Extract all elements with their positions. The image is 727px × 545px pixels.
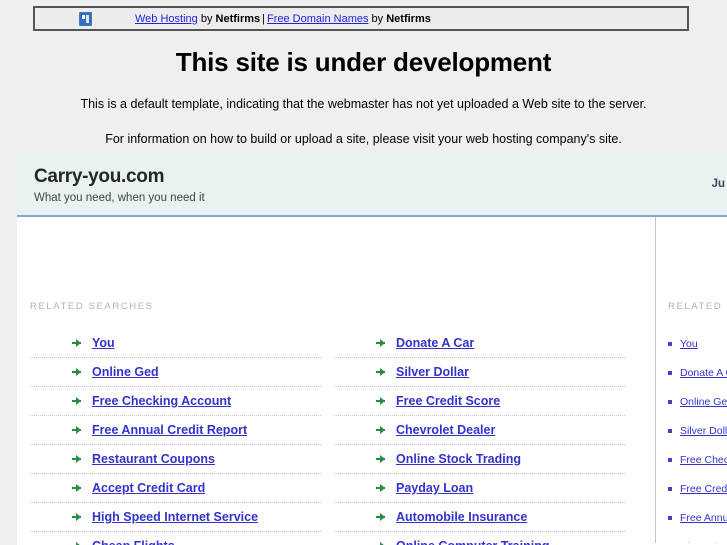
- related-search-link[interactable]: Donate A Car: [396, 336, 474, 350]
- free-domain-names-link[interactable]: Free Domain Names: [267, 13, 368, 25]
- template-paragraph-2: For information on how to build or uploa…: [105, 132, 622, 146]
- arrow-bullet-icon: [72, 483, 82, 493]
- related-search-row[interactable]: Automobile Insurance: [334, 503, 625, 532]
- related-search-row[interactable]: You: [30, 329, 321, 358]
- banner-by-1: by: [197, 12, 216, 25]
- netfirms-banner: Web Hosting by Netfirms | Free Domain Name…: [33, 6, 689, 31]
- side-related-search-row[interactable]: You: [656, 329, 727, 358]
- related-search-row[interactable]: Restaurant Coupons: [30, 445, 321, 474]
- arrow-bullet-icon: [72, 425, 82, 435]
- side-related-search-link[interactable]: Free Credit Score: [680, 483, 727, 495]
- related-search-row[interactable]: Online Stock Trading: [334, 445, 625, 474]
- related-search-row[interactable]: Online Computer Training: [334, 532, 625, 545]
- side-related-search-row[interactable]: Silver Dollar: [656, 416, 727, 445]
- arrow-bullet-icon: [72, 367, 82, 377]
- banner-text: Web Hosting by Netfirms | Free Domain Name…: [135, 13, 431, 25]
- related-search-row[interactable]: Free Credit Score: [334, 387, 625, 416]
- dot-bullet-icon: [668, 428, 672, 433]
- related-search-link[interactable]: Silver Dollar: [396, 365, 469, 379]
- arrow-bullet-icon: [376, 338, 386, 348]
- related-search-column: You Online Ged Free Checking Account Free A…: [30, 329, 321, 545]
- related-searches-side-column: RELATED SEARCHES You Donate A Car Online G…: [655, 217, 727, 543]
- banner-divider: |: [262, 12, 265, 25]
- related-search-row[interactable]: Donate A Car: [334, 329, 625, 358]
- arrow-bullet-icon: [72, 396, 82, 406]
- side-related-search-row[interactable]: Free Credit Score: [656, 474, 727, 503]
- related-search-link[interactable]: Online Computer Training: [396, 539, 549, 545]
- parked-domain-panel: Carry-you.com What you need, when you ne…: [0, 152, 727, 545]
- related-search-link[interactable]: Free Checking Account: [92, 394, 231, 408]
- related-search-link[interactable]: Free Annual Credit Report: [92, 423, 247, 437]
- related-searches-main-column: RELATED SEARCHES You Online Ged Free Check…: [17, 217, 655, 545]
- related-search-row[interactable]: Online Ged: [30, 358, 321, 387]
- arrow-bullet-icon: [376, 483, 386, 493]
- arrow-bullet-icon: [376, 425, 386, 435]
- arrow-bullet-icon: [376, 367, 386, 377]
- arrow-bullet-icon: [376, 454, 386, 464]
- side-related-search-row[interactable]: Free Checking Account: [656, 445, 727, 474]
- related-search-link[interactable]: Automobile Insurance: [396, 510, 527, 524]
- parked-panel-body: RELATED SEARCHES You Online Ged Free Check…: [17, 217, 727, 545]
- arrow-bullet-icon: [72, 338, 82, 348]
- dot-bullet-icon: [668, 457, 672, 462]
- related-search-row[interactable]: Free Annual Credit Report: [30, 416, 321, 445]
- related-search-link[interactable]: Online Stock Trading: [396, 452, 521, 466]
- side-related-searches-label: RELATED SEARCHES: [668, 301, 727, 312]
- side-related-search-link[interactable]: You: [680, 338, 698, 350]
- arrow-bullet-icon: [72, 512, 82, 522]
- related-search-link[interactable]: You: [92, 336, 115, 350]
- related-search-row[interactable]: Cheap Flights: [30, 532, 321, 545]
- side-related-search-row[interactable]: Online Ged: [656, 387, 727, 416]
- related-search-link[interactable]: Accept Credit Card: [92, 481, 205, 495]
- related-search-link[interactable]: Online Ged: [92, 365, 159, 379]
- related-search-link[interactable]: Free Credit Score: [396, 394, 500, 408]
- side-related-search-row[interactable]: Chevrolet Dealer: [656, 532, 727, 544]
- banner-brand-1: Netfirms: [215, 12, 261, 25]
- side-related-search-row[interactable]: Donate A Car: [656, 358, 727, 387]
- side-related-search-link[interactable]: Silver Dollar: [680, 425, 727, 437]
- banner-icon-container: [35, 11, 135, 26]
- related-search-row[interactable]: Free Checking Account: [30, 387, 321, 416]
- side-related-search-link[interactable]: Free Checking Account: [680, 454, 727, 466]
- related-search-row[interactable]: Silver Dollar: [334, 358, 625, 387]
- site-title: Carry-you.com: [34, 166, 165, 187]
- side-related-search-link[interactable]: Free Annual Credit Report: [680, 512, 727, 524]
- related-search-column: Donate A Car Silver Dollar Free Credit Sco…: [334, 329, 625, 545]
- side-related-links: You Donate A Car Online Ged Silver Dollar Fr…: [656, 329, 727, 543]
- related-search-link[interactable]: Cheap Flights: [92, 539, 175, 545]
- related-search-row[interactable]: Payday Loan: [334, 474, 625, 503]
- dot-bullet-icon: [668, 399, 672, 404]
- dot-bullet-icon: [668, 370, 672, 375]
- arrow-bullet-icon: [72, 541, 82, 545]
- related-search-row[interactable]: Chevrolet Dealer: [334, 416, 625, 445]
- web-hosting-link[interactable]: Web Hosting: [135, 13, 198, 25]
- dot-bullet-icon: [668, 341, 672, 346]
- related-search-link[interactable]: High Speed Internet Service: [92, 510, 258, 524]
- page-title: This site is under development: [175, 47, 552, 77]
- arrow-bullet-icon: [376, 512, 386, 522]
- broken-image-icon: [78, 11, 92, 26]
- related-search-link[interactable]: Payday Loan: [396, 481, 473, 495]
- header-date: Ju: [711, 178, 725, 190]
- related-search-link[interactable]: Restaurant Coupons: [92, 452, 215, 466]
- related-searches-label: RELATED SEARCHES: [30, 301, 154, 312]
- site-tagline: What you need, when you need it: [34, 192, 205, 204]
- arrow-bullet-icon: [376, 396, 386, 406]
- side-related-search-link[interactable]: Donate A Car: [680, 367, 727, 379]
- template-paragraph-1: This is a default template, indicating t…: [80, 97, 647, 111]
- dot-bullet-icon: [668, 486, 672, 491]
- parked-panel-header: Carry-you.com What you need, when you ne…: [17, 152, 727, 217]
- related-searches-columns: You Online Ged Free Checking Account Free A…: [17, 329, 655, 545]
- banner-by-2: by: [368, 12, 387, 25]
- related-search-row[interactable]: Accept Credit Card: [30, 474, 321, 503]
- side-related-search-row[interactable]: Free Annual Credit Report: [656, 503, 727, 532]
- arrow-bullet-icon: [376, 541, 386, 545]
- related-search-row[interactable]: High Speed Internet Service: [30, 503, 321, 532]
- side-related-search-link[interactable]: Online Ged: [680, 396, 727, 408]
- banner-brand-2: Netfirms: [386, 12, 431, 25]
- dot-bullet-icon: [668, 515, 672, 520]
- side-related-search-link[interactable]: Chevrolet Dealer: [680, 541, 727, 544]
- arrow-bullet-icon: [72, 454, 82, 464]
- related-search-link[interactable]: Chevrolet Dealer: [396, 423, 495, 437]
